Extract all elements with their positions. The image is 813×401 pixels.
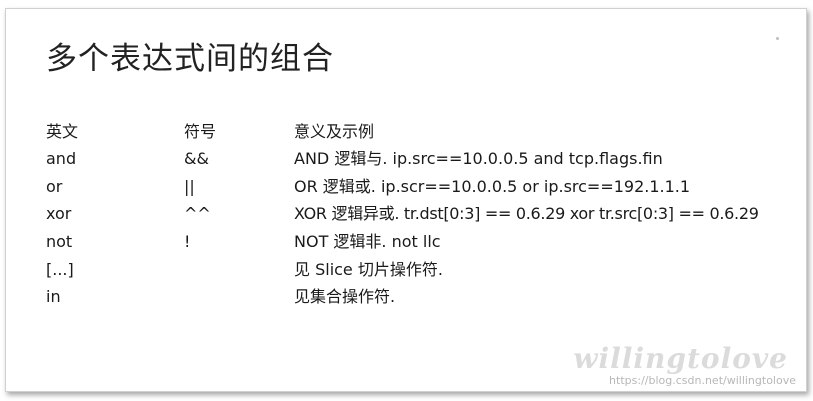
- row-description: OR 逻辑或. ip.scr==10.0.0.5 or ip.src==192.…: [294, 177, 691, 196]
- table-row: not ! NOT 逻辑非. not llc: [6, 229, 806, 255]
- row-symbol: !: [184, 232, 191, 251]
- row-english: [...]: [46, 260, 74, 279]
- table-row: [...] 见 Slice 切片操作符.: [6, 257, 806, 283]
- header-symbol: 符号: [184, 122, 217, 141]
- slide-title: 多个表达式间的组合: [46, 41, 334, 77]
- row-english: and: [46, 149, 77, 168]
- watermark-logo: willingtolove: [573, 342, 788, 375]
- header-english: 英文: [46, 122, 79, 141]
- row-symbol: &&: [184, 149, 209, 168]
- row-english: not: [46, 232, 73, 251]
- decorative-dot: [776, 37, 779, 40]
- table-header-row: 英文 符号 意义及示例: [6, 119, 806, 145]
- header-meaning: 意义及示例: [294, 122, 375, 141]
- row-description: AND 逻辑与. ip.src==10.0.0.5 and tcp.flags.…: [294, 149, 663, 168]
- row-description: NOT 逻辑非. not llc: [294, 232, 441, 251]
- row-description: XOR 逻辑异或. tr.dst[0:3] == 0.6.29 xor tr.s…: [294, 204, 759, 223]
- row-symbol: ||: [184, 177, 195, 196]
- table-row: in 见集合操作符.: [6, 284, 806, 310]
- row-description: 见集合操作符.: [294, 287, 396, 306]
- table-row: xor ^^ XOR 逻辑异或. tr.dst[0:3] == 0.6.29 x…: [6, 201, 806, 227]
- table-row: and && AND 逻辑与. ip.src==10.0.0.5 and tcp…: [6, 146, 806, 172]
- row-description: 见 Slice 切片操作符.: [294, 260, 443, 279]
- row-english: xor: [46, 204, 72, 223]
- watermark-url: https://blog.csdn.net/willingtolove: [609, 374, 796, 387]
- table-row: or || OR 逻辑或. ip.scr==10.0.0.5 or ip.src…: [6, 174, 806, 200]
- row-english: in: [46, 287, 61, 306]
- row-english: or: [46, 177, 63, 196]
- slide: 多个表达式间的组合 英文 符号 意义及示例 and && AND 逻辑与. ip…: [5, 8, 807, 392]
- row-symbol: ^^: [184, 204, 211, 223]
